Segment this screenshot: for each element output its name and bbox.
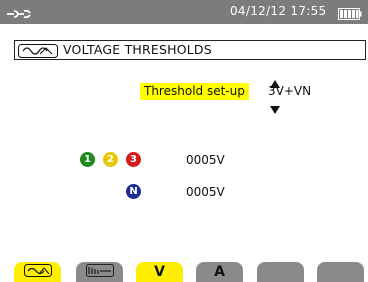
tab-waveform[interactable]	[14, 262, 61, 282]
bottom-tab-bar: V A	[0, 262, 368, 282]
neutral-threshold-value[interactable]: 0005V	[186, 185, 225, 199]
phase-threshold-value[interactable]: 0005V	[186, 153, 225, 167]
waveform-icon	[18, 43, 58, 62]
phase-3-dot: 3	[126, 152, 141, 167]
status-bar: 04/12/12 17:55	[0, 0, 368, 24]
wrench-icon	[6, 5, 32, 24]
neutral-dot: N	[126, 184, 141, 199]
battery-icon	[338, 5, 362, 24]
page-title: VOLTAGE THRESHOLDS	[63, 42, 212, 57]
tab-empty-5[interactable]	[257, 262, 304, 282]
tab-voltage[interactable]: V	[136, 262, 183, 282]
phase-2-dot: 2	[103, 152, 118, 167]
tab-current[interactable]: A	[196, 262, 243, 282]
arrow-down-icon[interactable]	[270, 99, 280, 118]
page-title-box: VOLTAGE THRESHOLDS	[14, 40, 366, 60]
tab-empty-6[interactable]	[317, 262, 364, 282]
signal-icon	[85, 263, 114, 281]
datetime-display: 04/12/12 17:55	[230, 4, 327, 18]
phase-1-dot: 1	[80, 152, 95, 167]
threshold-setup-value[interactable]: 3V+VN	[268, 84, 311, 98]
waveform-icon	[23, 263, 52, 281]
threshold-setup-label[interactable]: Threshold set-up	[140, 83, 249, 100]
tab-signal[interactable]	[76, 262, 123, 282]
